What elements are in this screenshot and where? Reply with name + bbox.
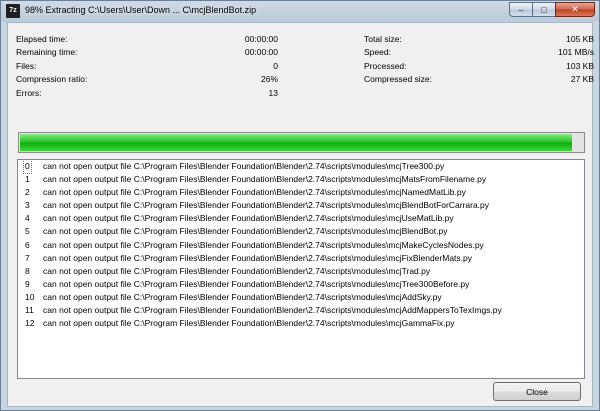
log-message: can not open output file C:\Program File… xyxy=(43,305,502,316)
list-item[interactable]: 6 can not open output file C:\Program Fi… xyxy=(18,239,584,252)
log-index: 4 xyxy=(25,213,30,224)
stat-remaining-time: Remaining time: 00:00:00 xyxy=(16,46,278,59)
stat-label: Errors: xyxy=(16,87,42,98)
log-message: can not open output file C:\Program File… xyxy=(43,226,448,237)
list-item[interactable]: 0 can not open output file C:\Program Fi… xyxy=(18,160,584,175)
log-message: can not open output file C:\Program File… xyxy=(43,318,455,329)
minimize-icon: ‒ xyxy=(518,4,524,15)
window-controls: ‒ □ ✕ xyxy=(509,2,595,19)
log-message: can not open output file C:\Program File… xyxy=(43,265,431,276)
log-message: can not open output file C:\Program File… xyxy=(43,291,442,302)
list-item[interactable]: 2 can not open output file C:\Program Fi… xyxy=(18,186,584,199)
title-bar[interactable]: 7z 98% Extracting C:\Users\User\Down ...… xyxy=(1,1,599,21)
stats-right-column: Total size: 105 KB Speed: 101 MB/s Proce… xyxy=(364,33,594,87)
stat-elapsed-time: Elapsed time: 00:00:00 xyxy=(16,33,278,46)
list-item[interactable]: 3 can not open output file C:\Program Fi… xyxy=(18,199,584,212)
stat-speed: Speed: 101 MB/s xyxy=(364,46,594,59)
log-message: can not open output file C:\Program File… xyxy=(43,278,470,289)
stat-compressed-size: Compressed size: 27 KB xyxy=(364,73,594,86)
list-item[interactable]: 5 can not open output file C:\Program Fi… xyxy=(18,225,584,238)
log-index: 7 xyxy=(25,252,30,263)
stat-total-size: Total size: 105 KB xyxy=(364,33,594,46)
log-index: 1 xyxy=(25,174,30,185)
log-index: 12 xyxy=(25,318,35,329)
list-item[interactable]: 11 can not open output file C:\Program F… xyxy=(18,304,584,317)
log-message: can not open output file C:\Program File… xyxy=(43,252,472,263)
close-window-button[interactable]: ✕ xyxy=(555,2,595,17)
stat-label: Speed: xyxy=(364,47,391,58)
error-log-list[interactable]: 0 can not open output file C:\Program Fi… xyxy=(17,159,585,379)
log-index: 8 xyxy=(25,265,30,276)
stat-value: 27 KB xyxy=(570,74,594,85)
progress-bar xyxy=(18,132,585,153)
7zip-app-icon: 7z xyxy=(6,4,20,18)
list-item[interactable]: 4 can not open output file C:\Program Fi… xyxy=(18,212,584,225)
dialog-content: Elapsed time: 00:00:00 Remaining time: 0… xyxy=(7,22,594,407)
stat-label: Compressed size: xyxy=(364,74,433,85)
stat-processed: Processed: 103 KB xyxy=(364,60,594,73)
close-button[interactable]: Close xyxy=(493,382,581,401)
log-index: 6 xyxy=(25,239,30,250)
extraction-progress-window: 7z 98% Extracting C:\Users\User\Down ...… xyxy=(0,0,600,411)
maximize-icon: □ xyxy=(541,4,547,15)
log-index: 10 xyxy=(25,291,35,302)
log-index: 0 xyxy=(23,160,32,175)
stat-value: 103 KB xyxy=(566,60,594,71)
stats-panel: Elapsed time: 00:00:00 Remaining time: 0… xyxy=(16,33,594,103)
stat-value: 00:00:00 xyxy=(244,47,278,58)
list-item[interactable]: 1 can not open output file C:\Program Fi… xyxy=(18,173,584,186)
log-message: can not open output file C:\Program File… xyxy=(43,239,484,250)
stat-errors: Errors: 13 xyxy=(16,87,278,100)
minimize-button[interactable]: ‒ xyxy=(509,2,533,17)
stat-files: Files: 0 xyxy=(16,60,278,73)
list-item[interactable]: 7 can not open output file C:\Program Fi… xyxy=(18,252,584,265)
list-item[interactable]: 12 can not open output file C:\Program F… xyxy=(18,317,584,330)
stat-value: 00:00:00 xyxy=(244,34,278,44)
stat-label: Processed: xyxy=(364,60,407,71)
progress-bar-fill xyxy=(20,134,572,151)
stat-label: Compression ratio: xyxy=(16,74,88,85)
log-message: can not open output file C:\Program File… xyxy=(43,187,466,198)
log-index: 11 xyxy=(25,305,34,316)
log-message: can not open output file C:\Program File… xyxy=(43,200,490,211)
log-index: 3 xyxy=(25,200,30,211)
window-title: 98% Extracting C:\Users\User\Down ... C\… xyxy=(25,5,257,15)
stat-label: Total size: xyxy=(364,34,402,44)
stats-left-column: Elapsed time: 00:00:00 Remaining time: 0… xyxy=(16,33,278,100)
stat-compression-ratio: Compression ratio: 26% xyxy=(16,73,278,86)
stat-value: 0 xyxy=(273,60,278,71)
list-item[interactable]: 10 can not open output file C:\Program F… xyxy=(18,291,584,304)
stat-value: 13 xyxy=(268,87,278,98)
stat-label: Elapsed time: xyxy=(16,34,68,44)
stat-value: 105 KB xyxy=(566,34,594,44)
maximize-button[interactable]: □ xyxy=(532,2,556,17)
stat-value: 101 MB/s xyxy=(558,47,594,58)
stat-label: Files: xyxy=(16,60,37,71)
log-index: 2 xyxy=(25,187,30,198)
log-message: can not open output file C:\Program File… xyxy=(43,174,487,185)
log-index: 5 xyxy=(25,226,30,237)
log-message: can not open output file C:\Program File… xyxy=(43,213,454,224)
close-icon: ✕ xyxy=(571,4,579,14)
list-item[interactable]: 9 can not open output file C:\Program Fi… xyxy=(18,278,584,291)
stat-value: 26% xyxy=(260,74,278,85)
stat-label: Remaining time: xyxy=(16,47,78,58)
log-message: can not open output file C:\Program File… xyxy=(43,161,445,171)
list-item[interactable]: 8 can not open output file C:\Program Fi… xyxy=(18,265,584,278)
log-index: 9 xyxy=(25,278,30,289)
